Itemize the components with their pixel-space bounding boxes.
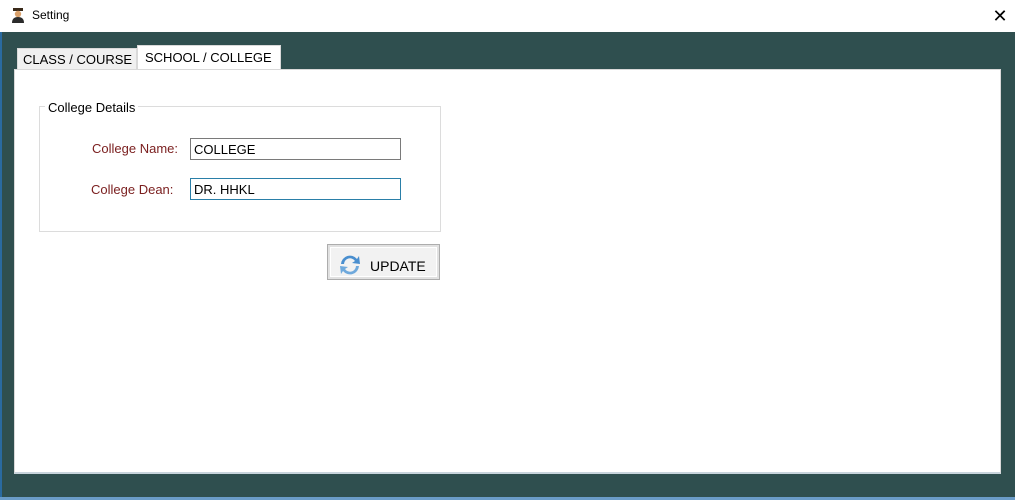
college-details-group [39,106,441,232]
group-legend: College Details [45,100,139,115]
window-title: Setting [32,8,70,22]
college-name-label: College Name: [92,141,178,156]
tab-school-college[interactable]: SCHOOL / COLLEGE [137,45,281,70]
close-icon: ✕ [992,5,1008,26]
update-label: UPDATE [370,258,426,274]
college-name-input[interactable] [190,138,401,160]
tab-class-course[interactable]: CLASS / COURSE [17,48,137,70]
update-button-face: UPDATE [330,247,437,277]
refresh-icon [340,255,360,275]
tab-label: CLASS / COURSE [23,52,133,67]
college-dean-label: College Dean: [91,182,174,197]
tab-label: SCHOOL / COLLEGE [145,50,272,65]
close-button[interactable]: ✕ [985,0,1015,32]
window-edge [0,32,2,500]
graduate-icon [12,8,24,23]
title-bar: Setting ✕ [0,0,1015,32]
update-button[interactable]: UPDATE [327,244,440,280]
college-dean-input[interactable] [190,178,401,200]
